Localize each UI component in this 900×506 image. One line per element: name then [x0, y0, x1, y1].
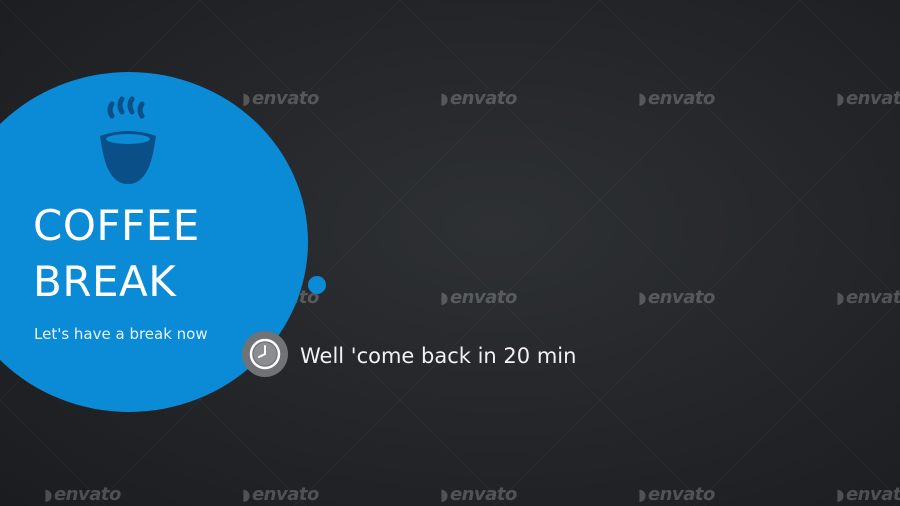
watermark: envato — [440, 287, 517, 308]
subtitle: Let's have a break now — [34, 325, 208, 343]
watermark: envato — [836, 287, 900, 308]
watermark: envato — [242, 88, 319, 109]
watermark: envato — [440, 88, 517, 109]
watermark: envato — [638, 88, 715, 109]
accent-dot — [308, 276, 326, 294]
return-message: Well 'come back in 20 min — [300, 344, 577, 368]
clock-badge — [242, 331, 288, 377]
watermark: envato — [638, 484, 715, 505]
title-line-1: COFFEE — [33, 201, 200, 250]
watermark: envato — [242, 484, 319, 505]
watermark: envato — [836, 484, 900, 505]
title-line-2: BREAK — [33, 257, 177, 306]
slide: envato envato envato envato envato envat… — [0, 0, 900, 506]
coffee-cup-icon — [100, 96, 156, 184]
clock-icon — [249, 338, 281, 370]
watermark: envato — [44, 484, 121, 505]
watermark: envato — [836, 88, 900, 109]
watermark: envato — [638, 287, 715, 308]
watermark: envato — [440, 484, 517, 505]
page-title: COFFEE BREAK — [33, 198, 200, 310]
